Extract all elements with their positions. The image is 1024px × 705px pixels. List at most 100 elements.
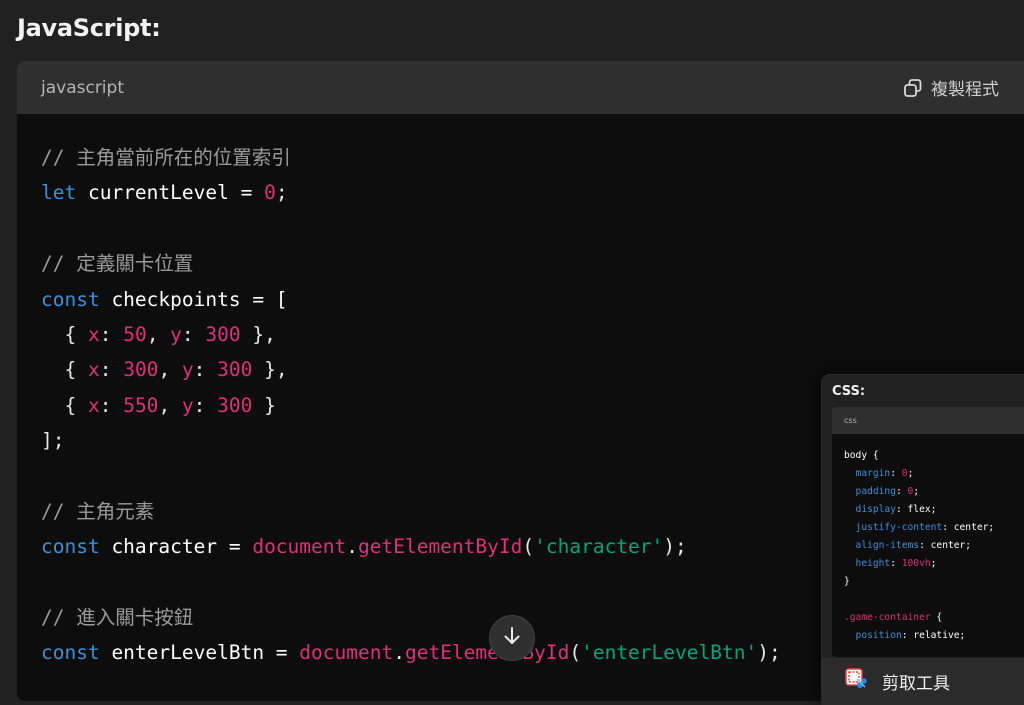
- code-token: const: [41, 287, 100, 311]
- code-line: // 定義關卡位置: [41, 246, 1013, 281]
- code-token: ];: [41, 429, 65, 453]
- code-token: (: [522, 535, 535, 559]
- code-token: : relative;: [901, 630, 966, 641]
- code-token: }: [844, 576, 850, 587]
- code-token: .: [346, 535, 358, 559]
- arrow-down-icon: [501, 625, 523, 651]
- code-line: const checkpoints = [: [41, 282, 1013, 317]
- code-token: {: [930, 612, 943, 623]
- code-token: ,: [146, 322, 171, 346]
- code-token: 'character': [534, 535, 664, 559]
- code-token: : flex;: [895, 504, 937, 515]
- code-token: );: [757, 641, 781, 665]
- code-token: x: [87, 393, 100, 417]
- code-token: position: [844, 630, 902, 641]
- code-token: document: [299, 641, 394, 665]
- code-token: 300: [123, 358, 159, 382]
- copy-code-label: 複製程式: [931, 80, 999, 100]
- copy-code-button[interactable]: 複製程式: [903, 75, 1013, 100]
- code-token: align-items: [844, 540, 920, 551]
- code-token: currentLevel =: [76, 181, 265, 205]
- snip-preview-window[interactable]: CSS: css body { margin: 0; padding: 0; d…: [822, 375, 1024, 705]
- code-token: (: [569, 641, 582, 665]
- code-token: ;: [913, 486, 920, 497]
- code-token: justify-content: [844, 522, 943, 533]
- preview-code-content: body { margin: 0; padding: 0; display: f…: [832, 434, 1024, 645]
- preview-code-language-label: css: [844, 416, 857, 425]
- preview-code-line: body {: [844, 447, 1024, 465]
- code-token: height: [844, 558, 891, 569]
- code-token: ;: [907, 468, 914, 479]
- code-token: ;: [275, 181, 288, 205]
- code-token: 300: [205, 322, 241, 346]
- preview-code-line: position: relative;: [844, 627, 1024, 645]
- code-token: :: [99, 322, 124, 346]
- code-token: getElementById: [358, 535, 523, 559]
- code-block-header: javascript 複製程式: [17, 61, 1024, 114]
- preview-code-line: padding: 0;: [844, 483, 1024, 501]
- code-token: :: [193, 358, 218, 382]
- code-token: :: [890, 468, 902, 479]
- snipping-tool-icon: [844, 667, 868, 696]
- code-token: :: [193, 393, 218, 417]
- code-token: enterLevelBtn =: [99, 641, 300, 665]
- preview-code-line: margin: 0;: [844, 465, 1024, 483]
- code-token: // 定義關卡位置: [41, 252, 194, 276]
- code-token: ;: [930, 558, 937, 569]
- code-token: 50: [123, 322, 147, 346]
- code-token: body {: [844, 450, 879, 461]
- code-token: .game-container: [844, 612, 931, 623]
- section-heading: JavaScript:: [17, 14, 161, 42]
- code-token: },: [240, 322, 276, 346]
- code-line: { x: 50, y: 300 },: [41, 317, 1013, 352]
- code-token: 100vh: [901, 558, 931, 569]
- code-token: ,: [158, 393, 182, 417]
- code-token: y: [181, 358, 194, 382]
- code-token: 300: [217, 358, 253, 382]
- code-token: : center;: [942, 522, 995, 533]
- code-token: getElementById: [404, 641, 570, 665]
- preview-code-line: align-items: center;: [844, 537, 1024, 555]
- code-line: let currentLevel = 0;: [41, 175, 1013, 210]
- code-token: character =: [99, 535, 253, 559]
- code-token: margin: [844, 468, 891, 479]
- code-token: checkpoints = [: [99, 287, 288, 311]
- scroll-to-bottom-button[interactable]: [489, 615, 535, 661]
- preview-heading: CSS:: [832, 384, 866, 399]
- code-language-label: javascript: [41, 77, 124, 98]
- code-token: :: [99, 358, 124, 382]
- copy-icon: [903, 78, 923, 98]
- code-token: const: [41, 535, 100, 559]
- code-token: x: [87, 322, 100, 346]
- code-token: document: [252, 535, 347, 559]
- code-token: ,: [158, 358, 182, 382]
- code-token: }: [252, 393, 276, 417]
- preview-code-line: [844, 591, 1024, 609]
- preview-code-line: }: [844, 573, 1024, 591]
- code-token: // 主角當前所在的位置索引: [41, 146, 291, 169]
- code-token: // 主角元素: [41, 499, 155, 523]
- preview-code-line: justify-content: center;: [844, 519, 1024, 537]
- code-token: 'enterLevelBtn': [581, 641, 758, 665]
- code-token: },: [252, 358, 288, 382]
- code-token: :: [181, 322, 206, 346]
- preview-code-header: css: [832, 407, 1024, 434]
- code-line: // 主角當前所在的位置索引: [41, 140, 1013, 175]
- code-token: y: [170, 322, 182, 346]
- preview-code-line: .game-container {: [844, 609, 1024, 627]
- code-token: {: [41, 393, 88, 417]
- code-token: );: [663, 535, 687, 559]
- code-token: y: [181, 393, 194, 417]
- code-token: : center;: [919, 540, 972, 551]
- snipping-tool-notification[interactable]: 剪取工具: [822, 658, 1024, 705]
- code-token: .: [393, 641, 405, 665]
- code-token: display: [844, 504, 896, 515]
- preview-code-line: height: 100vh;: [844, 555, 1024, 573]
- code-token: :: [890, 558, 902, 569]
- code-token: {: [41, 358, 88, 382]
- code-token: let: [41, 181, 77, 205]
- preview-code-line: display: flex;: [844, 501, 1024, 519]
- code-token: :: [895, 486, 908, 497]
- snipping-tool-label: 剪取工具: [882, 674, 950, 694]
